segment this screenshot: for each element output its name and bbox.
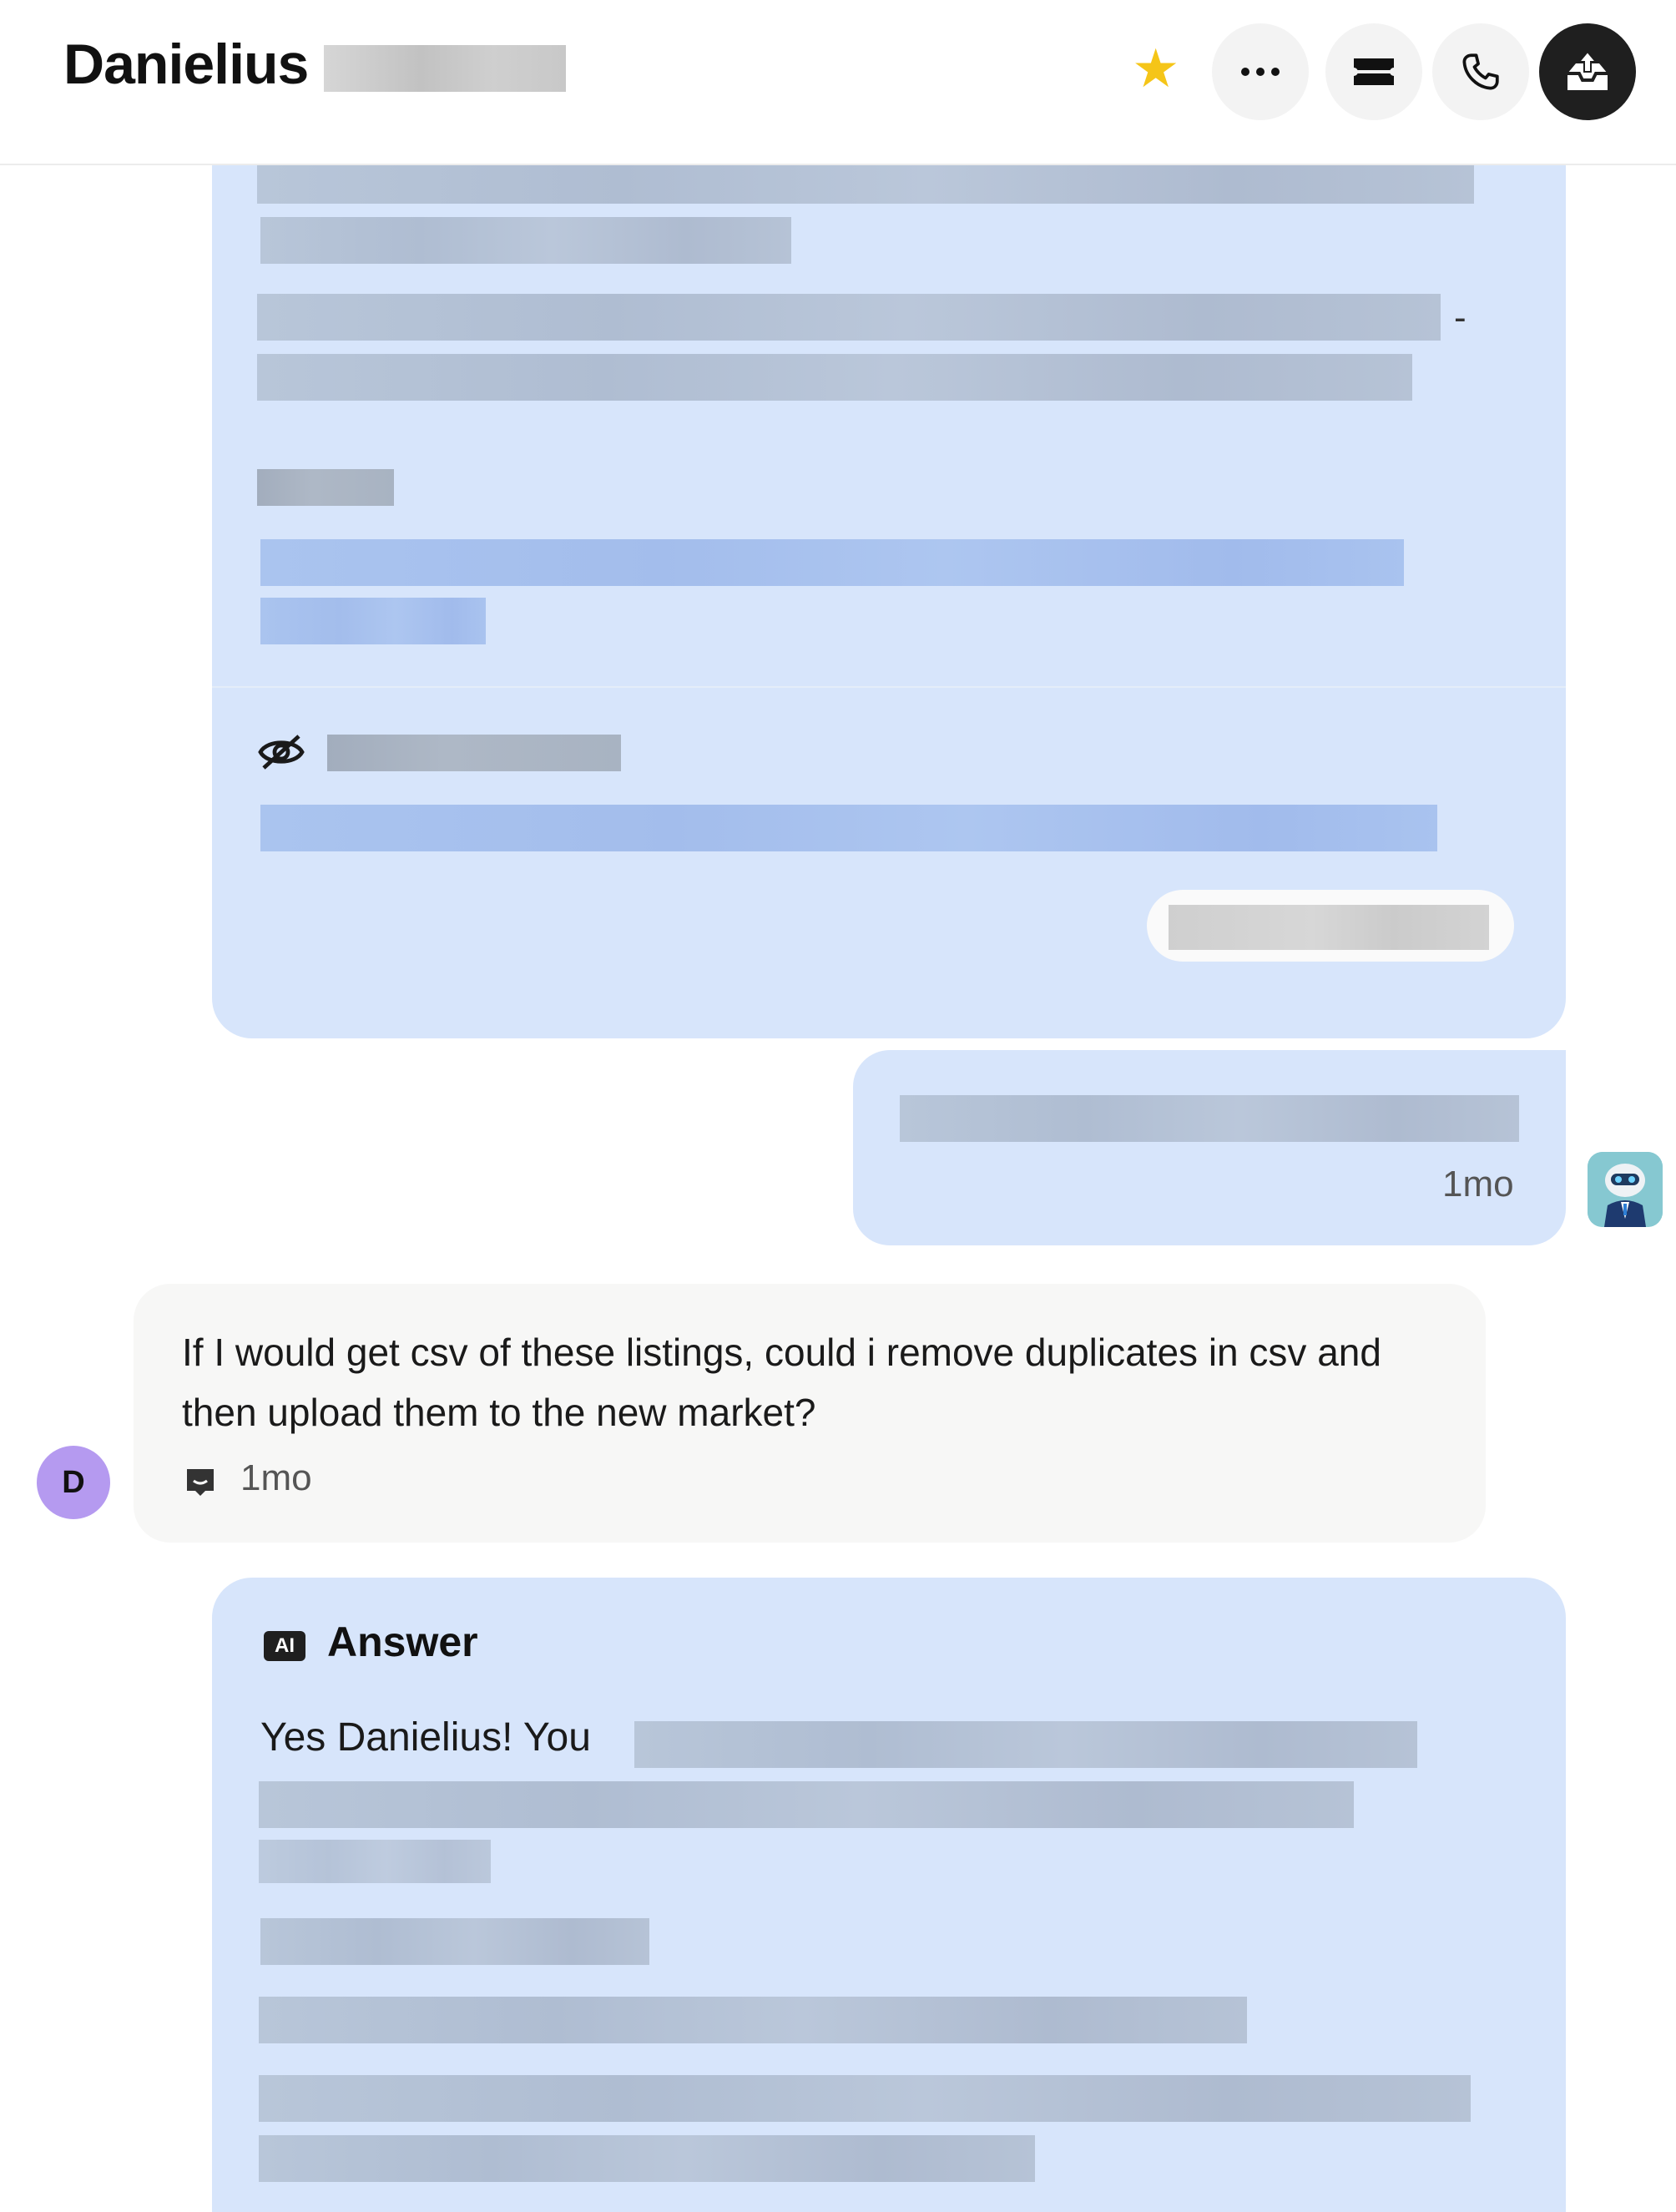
redacted-link[interactable] — [260, 598, 486, 644]
bot-avatar — [1588, 1152, 1663, 1227]
redacted-text — [259, 1997, 1247, 2043]
redacted-text — [1169, 905, 1489, 950]
ticket-icon — [1354, 58, 1394, 85]
redacted-text — [259, 2075, 1471, 2122]
redacted-text — [259, 1781, 1354, 1828]
message-timestamp: 1mo — [240, 1457, 312, 1498]
contact-name: Danielius — [63, 33, 309, 96]
ai-badge-label: AI — [275, 1634, 295, 1657]
chat-channel-icon — [187, 1469, 214, 1496]
answer-text: Yes Danielius! You — [260, 1715, 591, 1760]
dash-mark: - — [1454, 297, 1466, 338]
contact-surname-redacted — [324, 45, 566, 92]
redacted-text — [257, 354, 1412, 401]
inbox-upload-icon — [1567, 50, 1608, 90]
ai-badge-icon: AI — [264, 1631, 305, 1661]
redacted-text — [900, 1095, 1519, 1142]
user-message-text: If I would get csv of these listings, co… — [182, 1331, 1381, 1434]
redacted-text — [259, 2135, 1035, 2182]
phone-icon — [1462, 53, 1499, 90]
ellipsis-icon — [1241, 68, 1280, 76]
redacted-text — [259, 1840, 491, 1883]
answer-title: Answer — [327, 1619, 478, 1665]
reaction-pill[interactable] — [1147, 890, 1514, 962]
bubble-divider — [212, 686, 1566, 688]
avatar-initial: D — [62, 1464, 85, 1500]
star-icon[interactable]: ★ — [1132, 42, 1179, 95]
upload-inbox-button[interactable] — [1539, 23, 1636, 120]
eye-off-icon — [258, 735, 305, 770]
redacted-text — [257, 294, 1441, 341]
redacted-text — [257, 469, 394, 506]
conversation-header: Danielius ★ — [0, 0, 1676, 165]
more-options-button[interactable] — [1212, 23, 1309, 120]
redacted-text — [634, 1721, 1417, 1768]
robot-icon — [1588, 1152, 1663, 1227]
redacted-text — [327, 735, 621, 771]
redacted-text — [260, 217, 791, 264]
ticket-button[interactable] — [1325, 23, 1422, 120]
redacted-text — [260, 1918, 649, 1965]
call-button[interactable] — [1432, 23, 1529, 120]
redacted-link[interactable] — [260, 805, 1437, 851]
message-timestamp: 1mo — [1442, 1164, 1514, 1204]
redacted-link[interactable] — [260, 539, 1404, 586]
user-avatar[interactable]: D — [37, 1446, 110, 1519]
bot-reply-bubble — [853, 1050, 1566, 1245]
